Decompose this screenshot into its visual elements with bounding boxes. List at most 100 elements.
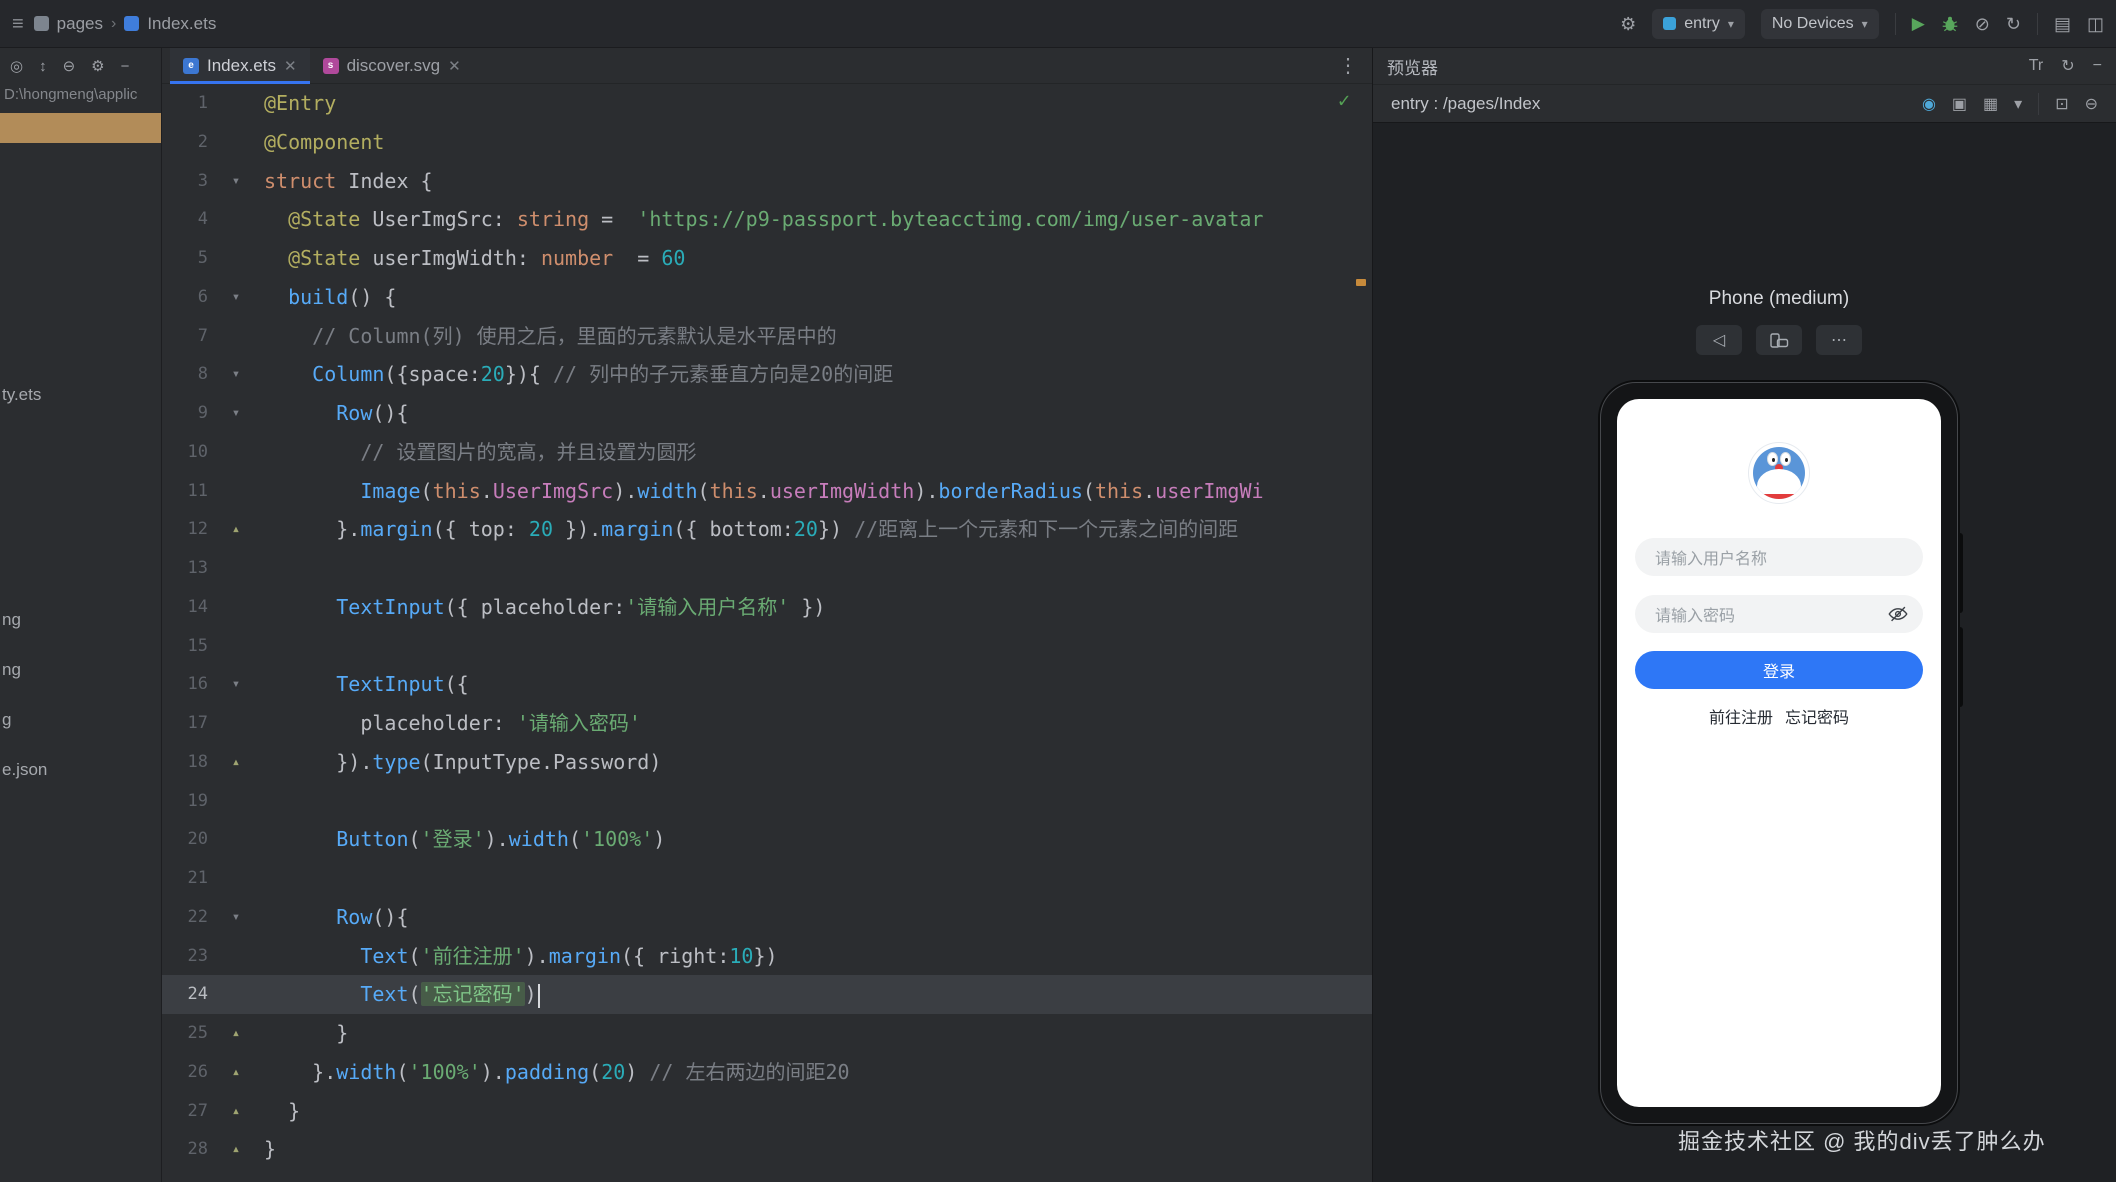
- sort-icon[interactable]: ↕: [39, 58, 47, 75]
- project-tree-item[interactable]: ng: [2, 657, 21, 683]
- settings-gear-icon[interactable]: ⚙: [1620, 15, 1636, 33]
- hide-previewer-icon[interactable]: −: [2093, 57, 2102, 75]
- password-visibility-icon[interactable]: [1887, 603, 1909, 625]
- username-input[interactable]: 请输入用户名称: [1635, 538, 1923, 576]
- run-config-dropdown[interactable]: entry ▾: [1652, 9, 1745, 39]
- layers-icon[interactable]: ▣: [1952, 94, 1967, 114]
- code-line-28[interactable]: 28▴}: [162, 1130, 1372, 1169]
- code-line-20[interactable]: 20 Button('登录').width('100%'): [162, 820, 1372, 859]
- rotate-device-button[interactable]: [1756, 325, 1802, 355]
- device-dropdown[interactable]: No Devices ▾: [1761, 9, 1879, 39]
- code-text: }).type(InputType.Password): [264, 743, 1372, 782]
- code-line-12[interactable]: 12▴ }.margin({ top: 20 }).margin({ botto…: [162, 510, 1372, 549]
- project-tree-item[interactable]: g: [2, 707, 11, 733]
- restart-button[interactable]: ↻: [2006, 15, 2021, 33]
- code-line-11[interactable]: 11 Image(this.UserImgSrc).width(this.use…: [162, 472, 1372, 511]
- code-line-25[interactable]: 25▴ }: [162, 1014, 1372, 1053]
- fold-marker-icon[interactable]: ▾: [208, 162, 264, 201]
- fold-marker-icon[interactable]: ▾: [208, 665, 264, 704]
- text-render-icon[interactable]: Tr: [2029, 57, 2044, 75]
- collapse-all-icon[interactable]: ⊖: [63, 57, 76, 75]
- breadcrumb-file[interactable]: Index.ets: [147, 14, 216, 34]
- tab-index-ets[interactable]: e Index.ets ✕: [170, 48, 310, 84]
- register-link[interactable]: 前往注册: [1709, 704, 1773, 728]
- code-line-27[interactable]: 27▴ }: [162, 1092, 1372, 1131]
- tab-discover-svg[interactable]: s discover.svg ✕: [310, 48, 474, 84]
- more-options-button[interactable]: ⋯: [1816, 325, 1862, 355]
- chevron-down-icon[interactable]: ▾: [2014, 94, 2022, 114]
- code-line-13[interactable]: 13: [162, 549, 1372, 588]
- inspections-ok-icon[interactable]: ✓: [1338, 88, 1350, 112]
- selected-tree-row[interactable]: [0, 113, 161, 143]
- breadcrumb-folder[interactable]: pages: [57, 14, 103, 34]
- fold-gutter: [208, 937, 264, 976]
- fold-marker-icon[interactable]: ▴: [208, 1014, 264, 1053]
- previous-page-button[interactable]: ◁: [1696, 325, 1742, 355]
- inspect-component-icon[interactable]: ◉: [1922, 94, 1936, 114]
- fold-marker-icon[interactable]: ▴: [208, 1053, 264, 1092]
- code-line-3[interactable]: 3▾struct Index {: [162, 162, 1372, 201]
- code-line-5[interactable]: 5 @State userImgWidth: number = 60: [162, 239, 1372, 278]
- fold-marker-icon[interactable]: ▴: [208, 743, 264, 782]
- run-button[interactable]: ▶: [1912, 15, 1925, 32]
- fold-marker-icon[interactable]: ▴: [208, 510, 264, 549]
- code-text: [264, 549, 1372, 588]
- fold-marker-icon[interactable]: ▾: [208, 355, 264, 394]
- line-number: 26: [162, 1053, 208, 1092]
- editor-code: 1@Entry2@Component3▾struct Index {4 @Sta…: [162, 84, 1372, 1169]
- code-editor[interactable]: 1@Entry2@Component3▾struct Index {4 @Sta…: [162, 84, 1372, 1182]
- code-line-8[interactable]: 8▾ Column({space:20}){ // 列中的子元素垂直方向是20的…: [162, 355, 1372, 394]
- password-placeholder: 请输入密码: [1655, 602, 1735, 626]
- close-icon[interactable]: ✕: [448, 57, 461, 75]
- code-line-7[interactable]: 7 // Column(列) 使用之后，里面的元素默认是水平居中的: [162, 317, 1372, 356]
- hide-panel-icon[interactable]: −: [121, 58, 130, 75]
- code-line-26[interactable]: 26▴ }.width('100%').padding(20) // 左右两边的…: [162, 1053, 1372, 1092]
- code-line-17[interactable]: 17 placeholder: '请输入密码': [162, 704, 1372, 743]
- fold-marker-icon[interactable]: ▴: [208, 1130, 264, 1169]
- split-view-icon[interactable]: ◫: [2087, 15, 2104, 33]
- fold-marker-icon[interactable]: ▴: [208, 1092, 264, 1131]
- user-avatar[interactable]: [1748, 442, 1810, 504]
- project-tree-item[interactable]: e.json: [2, 757, 47, 783]
- tab-options-kebab-icon[interactable]: ⋮: [1338, 53, 1372, 78]
- code-line-24[interactable]: 24 Text('忘记密码'): [162, 975, 1372, 1014]
- refresh-preview-icon[interactable]: ↻: [2061, 56, 2074, 76]
- project-settings-icon[interactable]: ⚙: [91, 57, 104, 75]
- code-line-15[interactable]: 15: [162, 627, 1372, 666]
- forgot-password-link[interactable]: 忘记密码: [1785, 704, 1849, 728]
- code-line-21[interactable]: 21: [162, 859, 1372, 898]
- frame-fit-icon[interactable]: ⊡: [2055, 94, 2068, 114]
- code-line-22[interactable]: 22▾ Row(){: [162, 898, 1372, 937]
- line-number: 22: [162, 898, 208, 937]
- project-tree-item[interactable]: ng: [2, 607, 21, 633]
- code-line-14[interactable]: 14 TextInput({ placeholder:'请输入用户名称' }): [162, 588, 1372, 627]
- stop-button[interactable]: ⊘: [1975, 15, 1990, 33]
- code-line-9[interactable]: 9▾ Row(){: [162, 394, 1372, 433]
- fold-marker-icon[interactable]: ▾: [208, 278, 264, 317]
- fold-marker-icon[interactable]: ▾: [208, 898, 264, 937]
- main-menu-icon[interactable]: ≡: [12, 14, 24, 34]
- folder-icon: [34, 16, 49, 31]
- project-tree-item[interactable]: ty.ets: [2, 382, 41, 408]
- line-number: 20: [162, 820, 208, 859]
- close-icon[interactable]: ✕: [284, 57, 297, 75]
- login-button[interactable]: 登录: [1635, 651, 1923, 689]
- code-line-16[interactable]: 16▾ TextInput({: [162, 665, 1372, 704]
- code-line-23[interactable]: 23 Text('前往注册').margin({ right:10}): [162, 937, 1372, 976]
- code-line-18[interactable]: 18▴ }).type(InputType.Password): [162, 743, 1372, 782]
- zoom-out-icon[interactable]: ⊖: [2085, 94, 2098, 114]
- line-number: 25: [162, 1014, 208, 1053]
- code-line-10[interactable]: 10 // 设置图片的宽高，并且设置为圆形: [162, 433, 1372, 472]
- locate-file-icon[interactable]: ◎: [10, 57, 23, 75]
- scrollbar-change-marker[interactable]: [1356, 279, 1366, 286]
- layout-panel-icon[interactable]: ▤: [2054, 15, 2071, 33]
- code-line-6[interactable]: 6▾ build() {: [162, 278, 1372, 317]
- multi-device-grid-icon[interactable]: ▦: [1983, 94, 1998, 114]
- debug-button[interactable]: [1941, 15, 1959, 33]
- fold-marker-icon[interactable]: ▾: [208, 394, 264, 433]
- password-input[interactable]: 请输入密码: [1635, 595, 1923, 633]
- code-line-1[interactable]: 1@Entry: [162, 84, 1372, 123]
- code-line-19[interactable]: 19: [162, 782, 1372, 821]
- code-line-2[interactable]: 2@Component: [162, 123, 1372, 162]
- code-line-4[interactable]: 4 @State UserImgSrc: string = 'https://p…: [162, 200, 1372, 239]
